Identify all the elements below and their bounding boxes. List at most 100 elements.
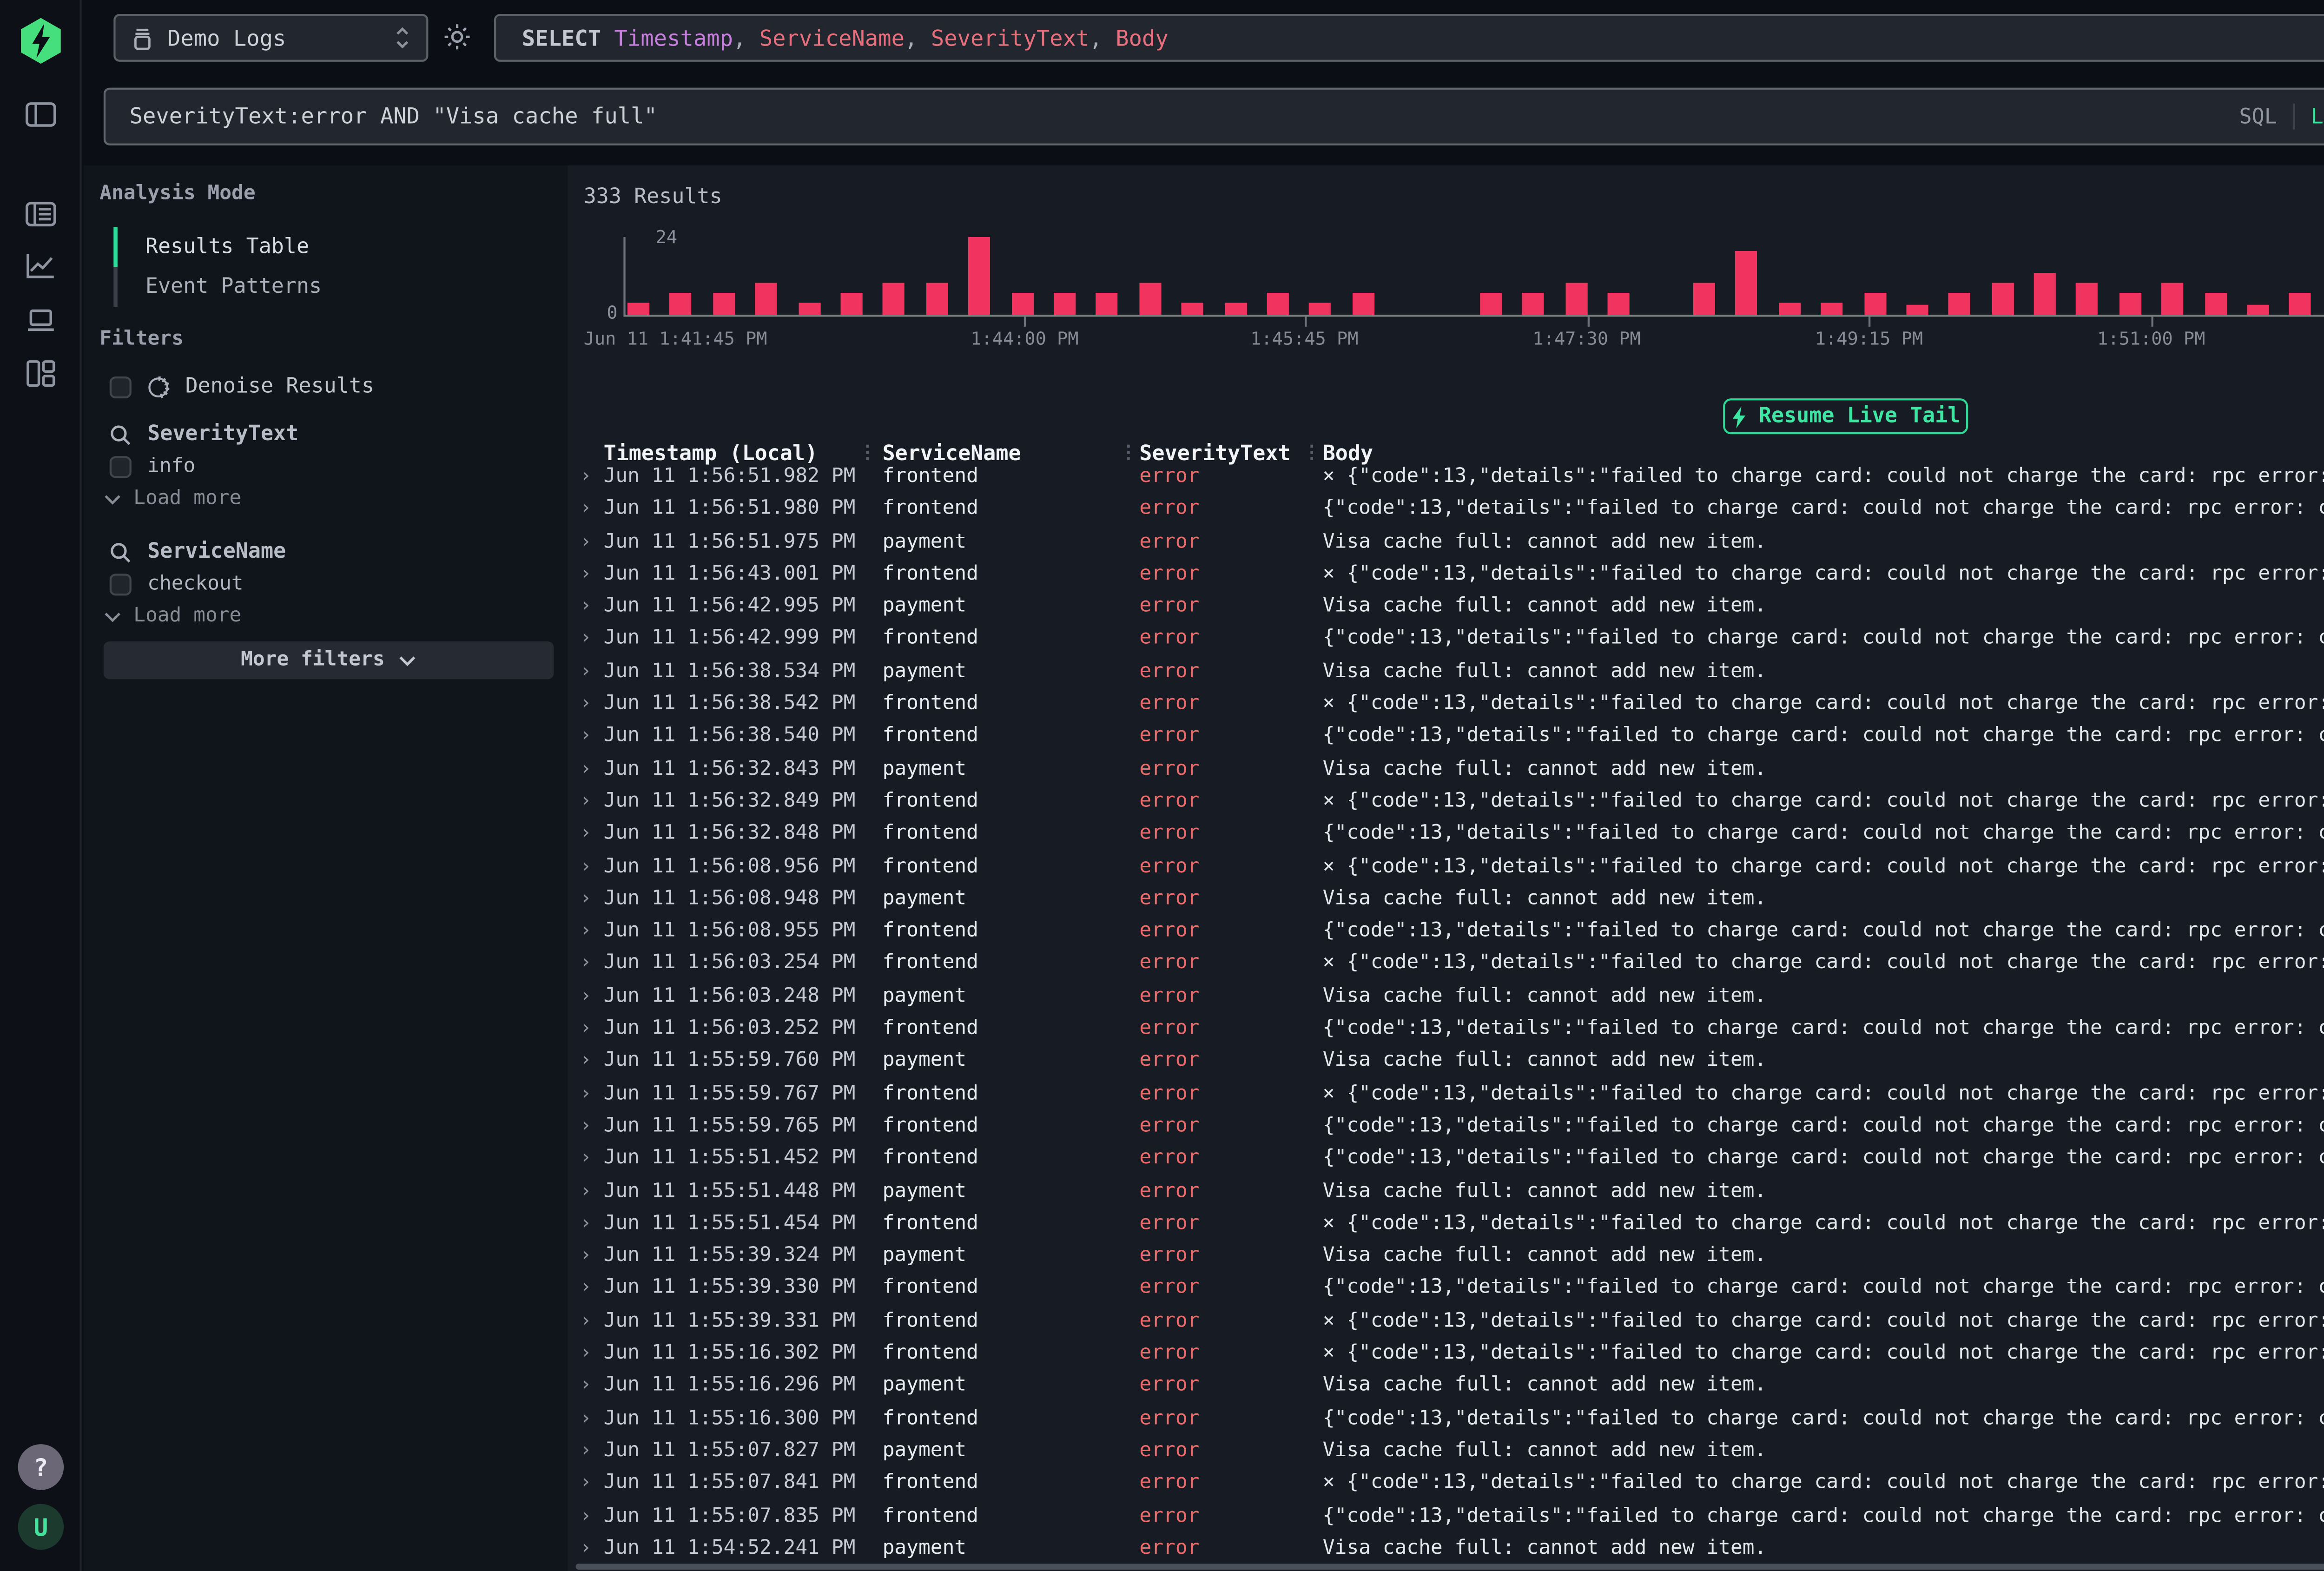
gear-icon[interactable]	[442, 22, 472, 52]
logs-icon[interactable]	[24, 197, 58, 231]
table-row[interactable]: ›Jun 11 1:56:51.975 PMpaymenterrorVisa c…	[568, 529, 2324, 561]
col-divider-icon[interactable]: ⋮	[1303, 444, 1321, 464]
table-row[interactable]: ›Jun 11 1:55:51.448 PMpaymenterrorVisa c…	[568, 1178, 2324, 1211]
row-expand-icon[interactable]: ›	[580, 1278, 592, 1300]
row-expand-icon[interactable]: ›	[580, 856, 592, 878]
chart-icon[interactable]	[24, 249, 58, 283]
row-expand-icon[interactable]: ›	[580, 693, 592, 715]
table-row[interactable]: ›Jun 11 1:56:51.982 PMfrontenderror× {"c…	[568, 464, 2324, 497]
app-logo-icon[interactable]	[18, 18, 64, 64]
row-expand-icon[interactable]: ›	[580, 499, 592, 521]
table-row[interactable]: ›Jun 11 1:56:03.252 PMfrontenderror{"cod…	[568, 1016, 2324, 1049]
resume-live-tail-button[interactable]: Resume Live Tail	[1723, 398, 1968, 434]
row-expand-icon[interactable]: ›	[580, 791, 592, 812]
search-bar[interactable]: SeverityText:error AND "Visa cache full"…	[104, 88, 2324, 145]
checkout-checkbox[interactable]	[110, 574, 132, 595]
table-row[interactable]: ›Jun 11 1:56:42.995 PMpaymenterrorVisa c…	[568, 594, 2324, 627]
table-row[interactable]: ›Jun 11 1:56:08.956 PMfrontenderror× {"c…	[568, 854, 2324, 886]
row-expand-icon[interactable]: ›	[580, 531, 592, 553]
table-row[interactable]: ›Jun 11 1:56:03.254 PMfrontenderror× {"c…	[568, 951, 2324, 984]
row-expand-icon[interactable]: ›	[580, 1407, 592, 1429]
table-row[interactable]: ›Jun 11 1:56:08.955 PMfrontenderror{"cod…	[568, 918, 2324, 951]
table-row[interactable]: ›Jun 11 1:55:51.454 PMfrontenderror× {"c…	[568, 1211, 2324, 1243]
row-expand-icon[interactable]: ›	[580, 1538, 592, 1559]
select-query-input[interactable]: SELECT Timestamp, ServiceName, SeverityT…	[494, 14, 2324, 62]
row-expand-icon[interactable]: ›	[580, 1148, 592, 1170]
table-row[interactable]: ›Jun 11 1:56:51.980 PMfrontenderror{"cod…	[568, 496, 2324, 529]
denoise-results-row[interactable]: Denoise Results	[110, 375, 374, 398]
row-expand-icon[interactable]: ›	[580, 726, 592, 748]
table-row[interactable]: ›Jun 11 1:56:38.540 PMfrontenderror{"cod…	[568, 724, 2324, 756]
row-expand-icon[interactable]: ›	[580, 921, 592, 943]
row-expand-icon[interactable]: ›	[580, 1375, 592, 1397]
log-source-select[interactable]: Demo Logs	[113, 14, 428, 62]
row-expand-icon[interactable]: ›	[580, 758, 592, 780]
sidebar-item-results-table[interactable]: Results Table	[113, 227, 512, 267]
table-row[interactable]: ›Jun 11 1:56:38.542 PMfrontenderror× {"c…	[568, 691, 2324, 724]
user-avatar[interactable]: U	[18, 1504, 64, 1550]
row-expand-icon[interactable]: ›	[580, 466, 592, 488]
table-row[interactable]: ›Jun 11 1:55:16.300 PMfrontenderror{"cod…	[568, 1406, 2324, 1438]
row-expand-icon[interactable]: ›	[580, 985, 592, 1007]
more-filters-button[interactable]: More filters	[104, 641, 554, 679]
row-expand-icon[interactable]: ›	[580, 1343, 592, 1365]
row-expand-icon[interactable]: ›	[580, 1018, 592, 1040]
table-row[interactable]: ›Jun 11 1:56:43.001 PMfrontenderror× {"c…	[568, 561, 2324, 594]
horizontal-scrollbar[interactable]	[576, 1563, 2324, 1570]
table-row[interactable]: ›Jun 11 1:54:52.241 PMpaymenterrorVisa c…	[568, 1535, 2324, 1567]
table-row[interactable]: ›Jun 11 1:55:39.331 PMfrontenderror× {"c…	[568, 1308, 2324, 1341]
table-row[interactable]: ›Jun 11 1:56:38.534 PMpaymenterrorVisa c…	[568, 659, 2324, 692]
col-divider-icon[interactable]: ⋮	[1120, 444, 1138, 464]
row-expand-icon[interactable]: ›	[580, 823, 592, 845]
table-row[interactable]: ›Jun 11 1:55:16.302 PMfrontenderror× {"c…	[568, 1340, 2324, 1373]
mode-sql-toggle[interactable]: SQL	[2239, 105, 2277, 128]
mode-lucene-toggle[interactable]: Lucene	[2311, 105, 2324, 128]
table-row[interactable]: ›Jun 11 1:55:59.760 PMpaymenterrorVisa c…	[568, 1049, 2324, 1081]
laptop-icon[interactable]	[24, 303, 58, 337]
row-expand-icon[interactable]: ›	[580, 888, 592, 910]
sidebar-item-event-patterns[interactable]: Event Patterns	[113, 267, 512, 307]
row-expand-icon[interactable]: ›	[580, 1310, 592, 1332]
row-expand-icon[interactable]: ›	[580, 1050, 592, 1072]
load-more-severitytext[interactable]: Load more	[104, 488, 242, 510]
table-row[interactable]: ›Jun 11 1:55:39.324 PMpaymenterrorVisa c…	[568, 1243, 2324, 1276]
table-row[interactable]: ›Jun 11 1:56:03.248 PMpaymenterrorVisa c…	[568, 984, 2324, 1016]
row-expand-icon[interactable]: ›	[580, 1472, 592, 1494]
table-row[interactable]: ›Jun 11 1:55:07.827 PMpaymenterrorVisa c…	[568, 1438, 2324, 1471]
row-expand-icon[interactable]: ›	[580, 1440, 592, 1462]
table-row[interactable]: ›Jun 11 1:56:32.849 PMfrontenderror× {"c…	[568, 789, 2324, 821]
col-divider-icon[interactable]: ⋮	[858, 444, 877, 464]
table-row[interactable]: ›Jun 11 1:56:42.999 PMfrontenderror{"cod…	[568, 627, 2324, 659]
sidebar-toggle-icon[interactable]	[24, 98, 58, 132]
table-row[interactable]: ›Jun 11 1:55:59.767 PMfrontenderror× {"c…	[568, 1081, 2324, 1114]
row-expand-icon[interactable]: ›	[580, 1505, 592, 1527]
filter-group-severitytext[interactable]: SeverityText	[110, 422, 299, 446]
row-expand-icon[interactable]: ›	[580, 1116, 592, 1137]
table-row[interactable]: ›Jun 11 1:55:39.330 PMfrontenderror{"cod…	[568, 1276, 2324, 1308]
filter-option-info[interactable]: info	[110, 456, 196, 478]
row-expand-icon[interactable]: ›	[580, 953, 592, 975]
filter-option-checkout[interactable]: checkout	[110, 574, 244, 595]
row-expand-icon[interactable]: ›	[580, 1245, 592, 1267]
table-row[interactable]: ›Jun 11 1:55:51.452 PMfrontenderror{"cod…	[568, 1146, 2324, 1178]
table-row[interactable]: ›Jun 11 1:55:59.765 PMfrontenderror{"cod…	[568, 1113, 2324, 1146]
table-row[interactable]: ›Jun 11 1:56:32.848 PMfrontenderror{"cod…	[568, 821, 2324, 854]
dashboard-icon[interactable]	[24, 356, 58, 390]
row-expand-icon[interactable]: ›	[580, 1180, 592, 1202]
row-expand-icon[interactable]: ›	[580, 1083, 592, 1105]
row-expand-icon[interactable]: ›	[580, 596, 592, 618]
row-expand-icon[interactable]: ›	[580, 563, 592, 585]
table-row[interactable]: ›Jun 11 1:55:07.835 PMfrontenderror{"cod…	[568, 1503, 2324, 1536]
info-checkbox[interactable]	[110, 456, 132, 478]
table-row[interactable]: ›Jun 11 1:56:08.948 PMpaymenterrorVisa c…	[568, 886, 2324, 919]
table-row[interactable]: ›Jun 11 1:55:16.296 PMpaymenterrorVisa c…	[568, 1373, 2324, 1406]
load-more-servicename[interactable]: Load more	[104, 606, 242, 627]
row-expand-icon[interactable]: ›	[580, 1213, 592, 1234]
table-row[interactable]: ›Jun 11 1:56:32.843 PMpaymenterrorVisa c…	[568, 756, 2324, 789]
row-expand-icon[interactable]: ›	[580, 661, 592, 683]
help-button[interactable]: ?	[18, 1444, 64, 1490]
row-expand-icon[interactable]: ›	[580, 628, 592, 650]
denoise-checkbox[interactable]	[110, 376, 132, 397]
table-row[interactable]: ›Jun 11 1:55:07.841 PMfrontenderror× {"c…	[568, 1471, 2324, 1503]
filter-group-servicename[interactable]: ServiceName	[110, 540, 286, 563]
